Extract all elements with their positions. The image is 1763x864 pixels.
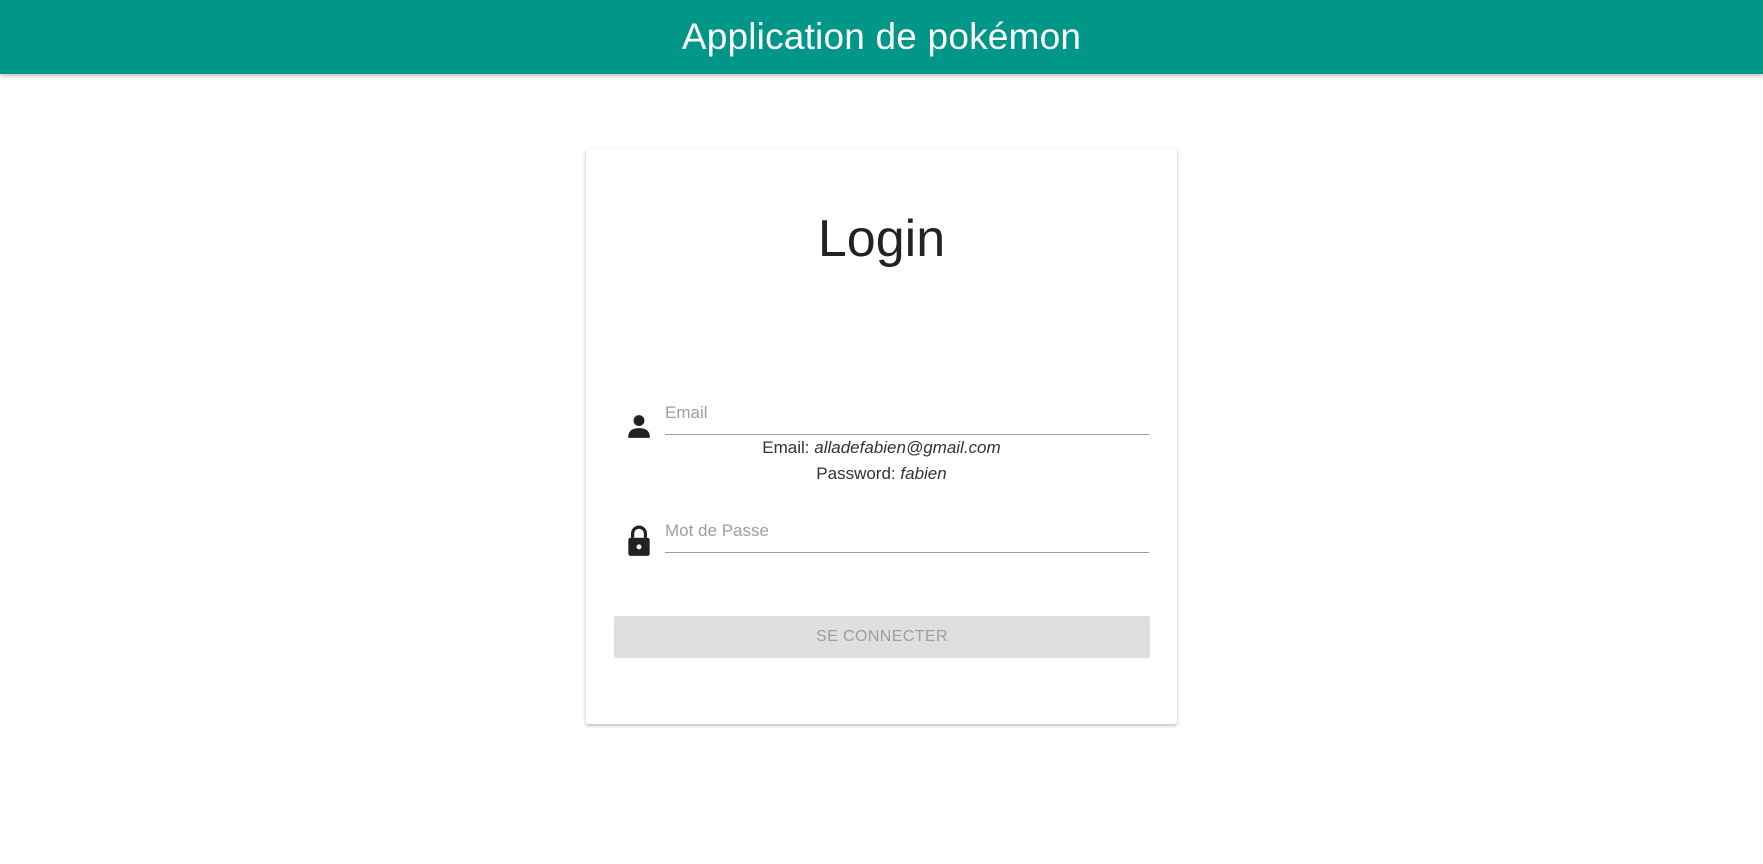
password-input[interactable] (665, 510, 1149, 553)
email-hint-label: Email: (762, 438, 810, 457)
login-card: Login Email: alladefabien@gmail.com Pass… (586, 149, 1177, 724)
email-input[interactable] (665, 392, 1149, 435)
email-hint-value: alladefabien@gmail.com (814, 438, 1001, 457)
password-hint-label: Password: (816, 464, 896, 483)
top-navbar: Application de pokémon (0, 0, 1763, 74)
login-title: Login (817, 210, 946, 268)
password-hint: Password: fabien (586, 463, 1177, 485)
person-icon (626, 412, 652, 440)
email-hint: Email: alladefabien@gmail.com (586, 437, 1177, 459)
login-button[interactable]: Se connecter (614, 616, 1150, 658)
password-hint-value: fabien (900, 464, 947, 483)
app-title[interactable]: Application de pokémon (682, 16, 1081, 58)
lock-icon (626, 525, 652, 556)
